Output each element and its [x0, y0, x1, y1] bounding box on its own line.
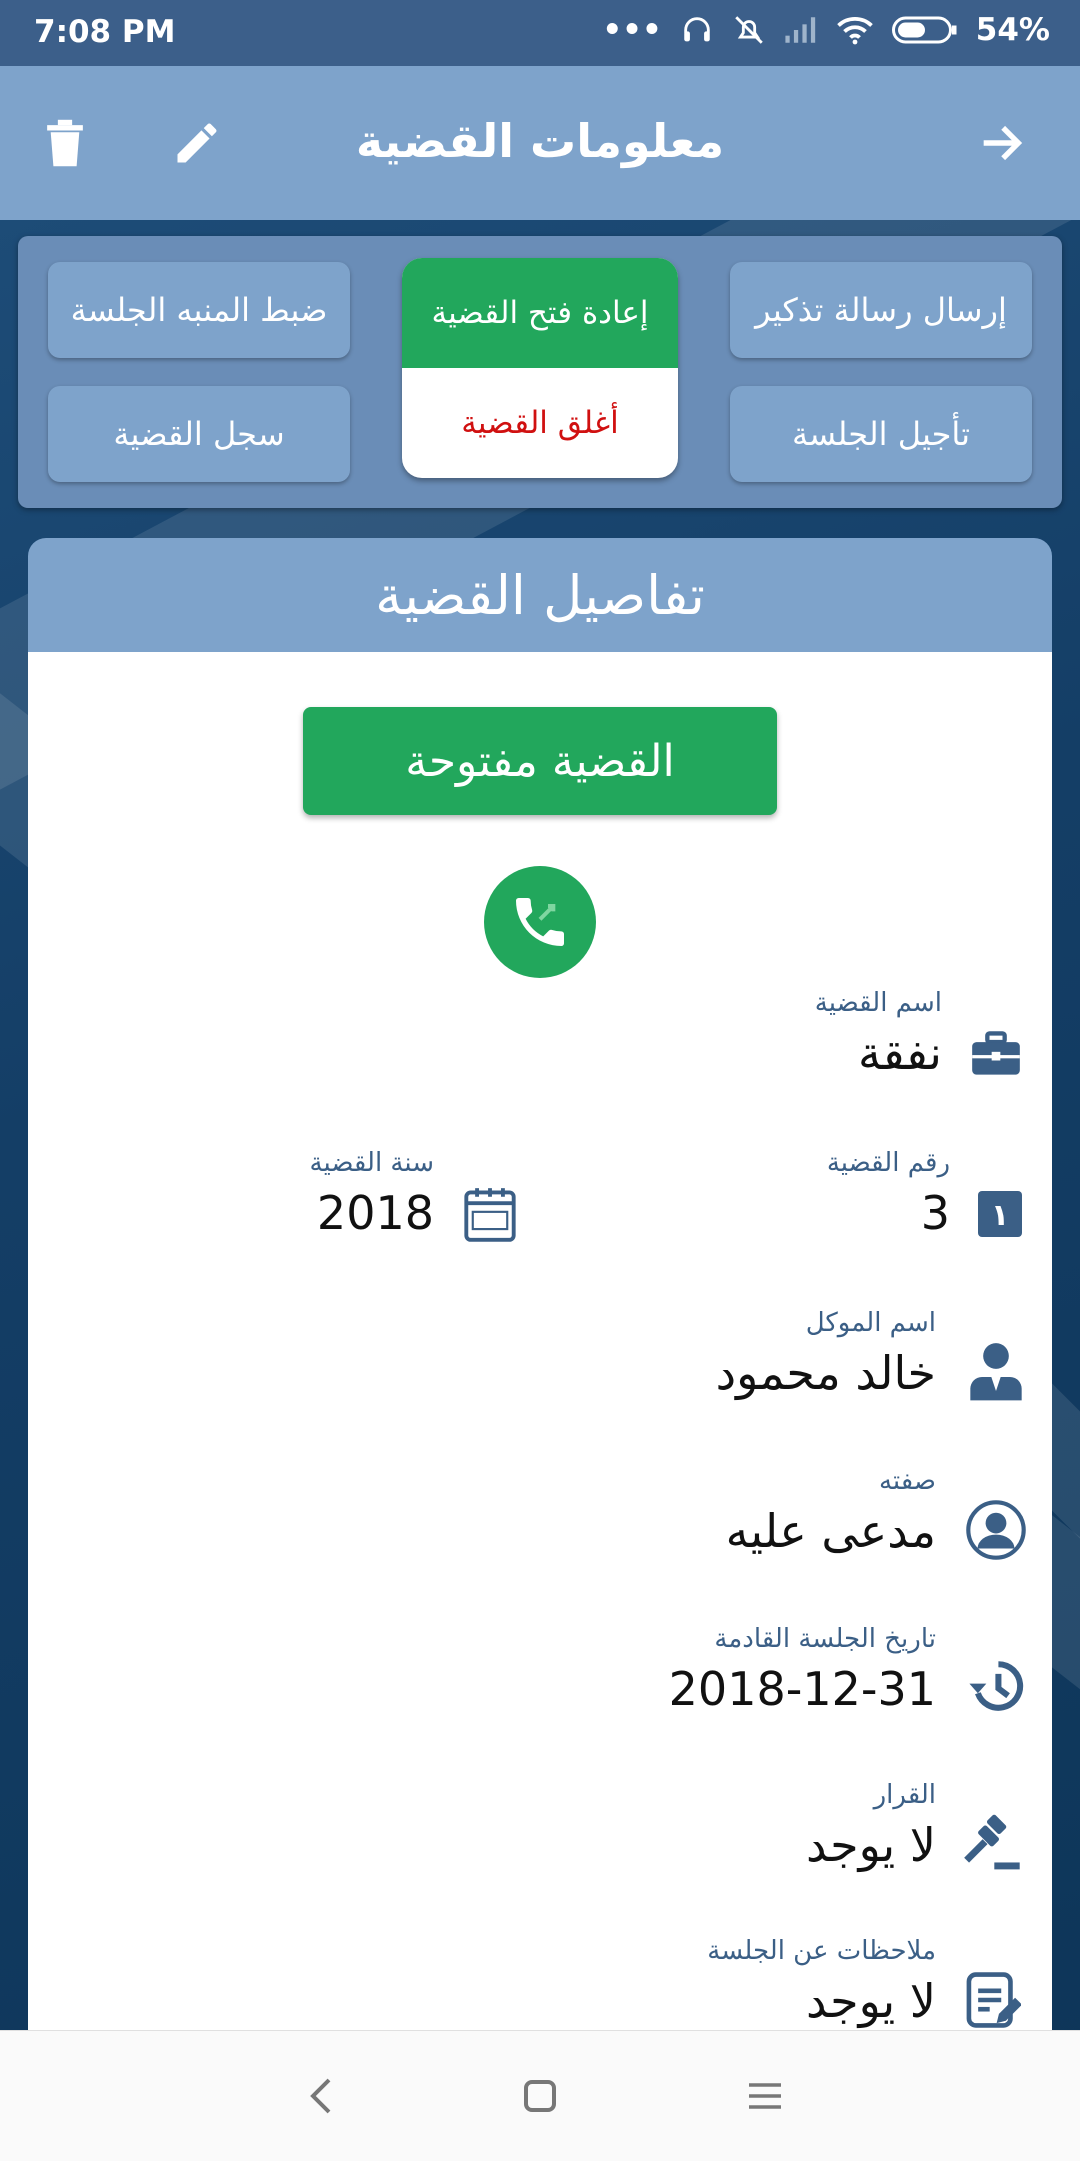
call-button[interactable]: [484, 866, 596, 978]
notes-icon: [962, 1970, 1022, 2030]
svg-text:١: ١: [991, 1198, 1009, 1233]
status-bar: 7:08 PM ••• 54%: [0, 0, 1080, 66]
status-time: 7:08 PM: [34, 14, 176, 50]
session-notes-label: ملاحظات عن الجلسة: [707, 1936, 936, 1966]
calendar-icon: [460, 1184, 520, 1244]
case-number-label: رقم القضية: [826, 1148, 950, 1178]
battery-percent: 54%: [975, 12, 1050, 48]
case-year-label: سنة القضية: [309, 1148, 434, 1178]
phone-icon: [516, 898, 564, 946]
case-status-button[interactable]: القضية مفتوحة: [303, 707, 777, 815]
nav-home-button[interactable]: [510, 2071, 570, 2121]
gavel-icon: [962, 1814, 1022, 1874]
case-name-value: نفقة: [857, 1026, 942, 1080]
case-name-label: اسم القضية: [814, 988, 942, 1018]
postpone-session-button[interactable]: تأجيل الجلسة: [730, 386, 1032, 482]
signal-icon: [785, 17, 815, 43]
square-icon: [524, 2080, 556, 2112]
case-log-button[interactable]: سجل القضية: [48, 386, 350, 482]
case-year-value: 2018: [316, 1186, 434, 1240]
next-session-label: تاريخ الجلسة القادمة: [714, 1624, 936, 1654]
decision-value: لا يوجد: [805, 1818, 936, 1872]
history-icon: [966, 1656, 1026, 1716]
session-notes-value: لا يوجد: [805, 1974, 936, 2028]
client-role-value: مدعى عليه: [725, 1504, 936, 1558]
client-person-icon: [966, 1340, 1026, 1401]
number-icon: ١: [970, 1184, 1030, 1244]
back-button[interactable]: [968, 110, 1034, 176]
nav-back-button[interactable]: [290, 2071, 350, 2121]
page-title: معلومات القضية: [355, 114, 725, 168]
next-session-value: 2018-12-31: [668, 1662, 936, 1716]
headset-icon: [684, 17, 710, 42]
system-nav-bar: [0, 2030, 1080, 2161]
client-role-label: صفته: [878, 1466, 936, 1496]
set-alarm-button[interactable]: ضبط المنبه الجلسة: [48, 262, 350, 358]
details-header: تفاصيل القضية: [28, 538, 1052, 652]
reopen-case-button[interactable]: إعادة فتح القضية: [402, 258, 678, 368]
arrow-right-icon: [983, 125, 1023, 161]
send-reminder-button[interactable]: إرسال رسالة تذكير: [730, 262, 1032, 358]
client-name-value: خالد محمود: [715, 1346, 936, 1400]
role-avatar-icon: [966, 1500, 1026, 1560]
battery-icon: [891, 16, 957, 44]
briefcase-icon: [966, 1024, 1026, 1084]
nav-menu-button[interactable]: [735, 2071, 795, 2121]
menu-icon: [749, 2083, 781, 2109]
wifi-icon: [837, 17, 873, 45]
client-name-label: اسم الموكل: [805, 1308, 936, 1338]
case-state-card: إعادة فتح القضية أغلق القضية: [402, 258, 678, 478]
chevron-left-icon: [310, 2078, 331, 2114]
mute-icon: [735, 16, 763, 44]
app-bar: معلومات القضية: [0, 66, 1080, 220]
case-number-value: 3: [920, 1186, 950, 1240]
more-dots-icon: •••: [602, 12, 662, 48]
close-case-button[interactable]: أغلق القضية: [402, 368, 678, 478]
decision-label: القرار: [873, 1780, 936, 1810]
